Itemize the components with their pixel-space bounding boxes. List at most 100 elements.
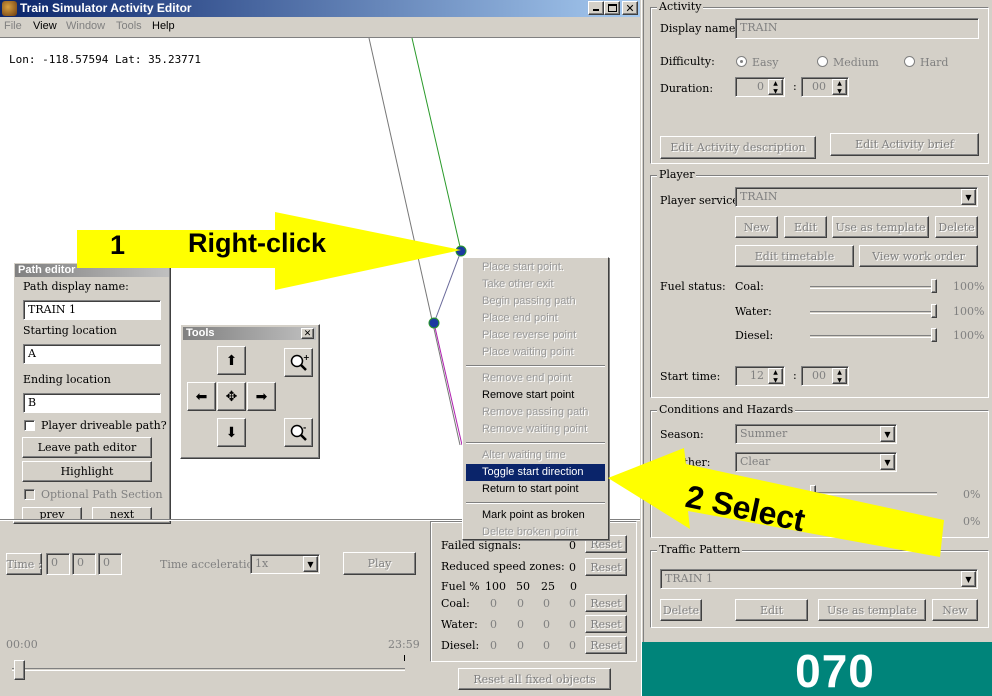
driveable-checkbox[interactable] bbox=[24, 420, 35, 431]
start-time-minutes-value: 00 bbox=[812, 369, 826, 382]
start-location-field[interactable]: A bbox=[23, 344, 161, 364]
player-diesel-thumb[interactable] bbox=[931, 328, 937, 342]
hz-diesel-reset[interactable]: Reset bbox=[585, 636, 627, 654]
weather-value: Clear bbox=[740, 455, 771, 468]
traffic-new-button[interactable]: New bbox=[932, 599, 978, 621]
menu-tools[interactable]: Tools bbox=[116, 20, 142, 32]
difficulty-medium-radio[interactable] bbox=[817, 56, 828, 67]
edit-timetable-button[interactable]: Edit timetable bbox=[735, 245, 854, 267]
time-slider[interactable] bbox=[12, 668, 405, 671]
difficulty-medium-label: Medium bbox=[833, 56, 879, 69]
conditions-group-title: Conditions and Hazards bbox=[657, 403, 796, 416]
player-service-label: Player service: bbox=[660, 194, 743, 207]
traffic-edit-button[interactable]: Edit bbox=[735, 599, 808, 621]
player-coal-thumb[interactable] bbox=[931, 279, 937, 293]
start-time-hours[interactable]: 12 ▲ ▼ bbox=[735, 366, 785, 386]
highlight-button[interactable]: Highlight bbox=[22, 461, 152, 482]
traffic-pattern-value: TRAIN 1 bbox=[665, 572, 714, 585]
menu-item-mark-point-broken[interactable]: Mark point as broken bbox=[466, 507, 605, 524]
player-service-select[interactable]: TRAIN ▼ bbox=[735, 187, 978, 207]
player-water-slider[interactable] bbox=[810, 311, 937, 314]
player-diesel-slider[interactable] bbox=[810, 335, 937, 338]
time-seconds[interactable]: 0 bbox=[98, 553, 122, 575]
service-edit-button[interactable]: Edit bbox=[784, 216, 827, 238]
page-number: 070 bbox=[795, 645, 875, 696]
time-button[interactable]: Time : bbox=[6, 553, 42, 575]
play-button[interactable]: Play bbox=[343, 552, 416, 575]
activity-name-field[interactable]: TRAIN bbox=[735, 18, 979, 39]
minimize-button[interactable] bbox=[588, 1, 604, 15]
path-name-field[interactable]: TRAIN 1 bbox=[23, 300, 161, 320]
menu-view[interactable]: View bbox=[33, 20, 57, 32]
edit-activity-brief-button[interactable]: Edit Activity brief bbox=[830, 133, 979, 156]
pan-left-button[interactable]: ⬅ bbox=[187, 382, 216, 411]
view-work-order-button[interactable]: View work order bbox=[859, 245, 978, 267]
pan-up-button[interactable]: ⬆ bbox=[217, 346, 246, 375]
traffic-delete-button[interactable]: Delete bbox=[660, 599, 702, 621]
edit-activity-description-button[interactable]: Edit Activity description bbox=[660, 136, 816, 159]
menu-item-return-to-start-point[interactable]: Return to start point bbox=[466, 481, 605, 498]
chevron-down-icon: ▼ bbox=[961, 189, 976, 205]
duration-hours[interactable]: 0 ▲ ▼ bbox=[735, 77, 785, 97]
zoom-out-button[interactable]: - bbox=[284, 418, 313, 447]
spinner-icon: ▲ ▼ bbox=[768, 368, 783, 384]
hazard-slider-a[interactable] bbox=[810, 492, 937, 495]
service-new-button[interactable]: New bbox=[735, 216, 778, 238]
weather-select[interactable]: Clear ▼ bbox=[735, 452, 897, 472]
hz-water-reset[interactable]: Reset bbox=[585, 615, 627, 633]
callout-step1-text: Right-click bbox=[188, 228, 327, 258]
player-coal-slider[interactable] bbox=[810, 286, 937, 289]
duration-minutes[interactable]: 00 ▲ ▼ bbox=[801, 77, 849, 97]
menu-item-toggle-start-direction[interactable]: Toggle start direction bbox=[466, 464, 605, 481]
player-water-thumb[interactable] bbox=[931, 304, 937, 318]
difficulty-easy-radio[interactable] bbox=[736, 56, 747, 67]
menu-item-alter-waiting-time[interactable]: Alter waiting time bbox=[466, 447, 605, 464]
window-title: Train Simulator Activity Editor bbox=[20, 1, 192, 15]
center-button[interactable]: ✥ bbox=[217, 382, 246, 411]
menu-item-remove-start-point[interactable]: Remove start point bbox=[466, 387, 605, 404]
menu-item-place-start-point[interactable]: Place start point. bbox=[466, 259, 605, 276]
time-acceleration-select[interactable]: 1x ▼ bbox=[250, 554, 320, 574]
reset-all-fixed-objects-button[interactable]: Reset all fixed objects bbox=[458, 668, 611, 690]
player-water-label: Water: bbox=[735, 305, 772, 318]
menu-item-take-other-exit[interactable]: Take other exit bbox=[466, 276, 605, 293]
difficulty-hard-radio[interactable] bbox=[904, 56, 915, 67]
menu-help[interactable]: Help bbox=[152, 20, 175, 32]
zoom-in-button[interactable]: + bbox=[284, 348, 313, 377]
menu-item-place-end-point[interactable]: Place end point bbox=[466, 310, 605, 327]
player-coal-label: Coal: bbox=[735, 280, 764, 293]
pan-right-button[interactable]: ➡ bbox=[247, 382, 276, 411]
menu-item-delete-broken-point[interactable]: Delete broken point bbox=[466, 524, 605, 541]
pan-down-button[interactable]: ⬇ bbox=[217, 418, 246, 447]
service-use-template-button[interactable]: Use as template bbox=[832, 216, 929, 238]
traffic-group-title: Traffic Pattern bbox=[657, 543, 743, 556]
player-diesel-pct: 100% bbox=[953, 329, 985, 342]
time-slider-thumb[interactable] bbox=[14, 660, 25, 680]
hazard-slider-a-thumb[interactable] bbox=[810, 485, 816, 499]
menu-item-remove-passing-path[interactable]: Remove passing path bbox=[466, 404, 605, 421]
traffic-use-template-button[interactable]: Use as template bbox=[818, 599, 926, 621]
menu-file[interactable]: File bbox=[4, 20, 22, 32]
close-button[interactable]: ✕ bbox=[622, 1, 638, 15]
menu-window[interactable]: Window bbox=[66, 20, 105, 32]
optional-section-checkbox[interactable] bbox=[24, 489, 35, 500]
player-diesel-label: Diesel: bbox=[735, 329, 774, 342]
hz-coal-v2: 0 bbox=[517, 597, 524, 610]
time-minutes[interactable]: 0 bbox=[72, 553, 96, 575]
hz-coal-reset[interactable]: Reset bbox=[585, 594, 627, 612]
menu-item-remove-waiting-point[interactable]: Remove waiting point bbox=[466, 421, 605, 438]
menu-item-place-waiting-point[interactable]: Place waiting point bbox=[466, 344, 605, 361]
menu-item-remove-end-point[interactable]: Remove end point bbox=[466, 370, 605, 387]
service-delete-button[interactable]: Delete bbox=[935, 216, 978, 238]
time-hours[interactable]: 0 bbox=[46, 553, 70, 575]
start-time-minutes[interactable]: 00 ▲ ▼ bbox=[801, 366, 849, 386]
menu-item-place-reverse-point[interactable]: Place reverse point bbox=[466, 327, 605, 344]
menu-item-begin-passing-path[interactable]: Begin passing path bbox=[466, 293, 605, 310]
reduced-speed-reset[interactable]: Reset bbox=[585, 558, 627, 576]
leave-path-editor-button[interactable]: Leave path editor bbox=[22, 437, 152, 458]
maximize-button[interactable] bbox=[604, 1, 620, 15]
season-select[interactable]: Summer ▼ bbox=[735, 424, 897, 444]
end-location-field[interactable]: B bbox=[23, 393, 161, 413]
tools-close-button[interactable]: ✕ bbox=[301, 328, 314, 339]
traffic-pattern-select[interactable]: TRAIN 1 ▼ bbox=[660, 569, 978, 589]
